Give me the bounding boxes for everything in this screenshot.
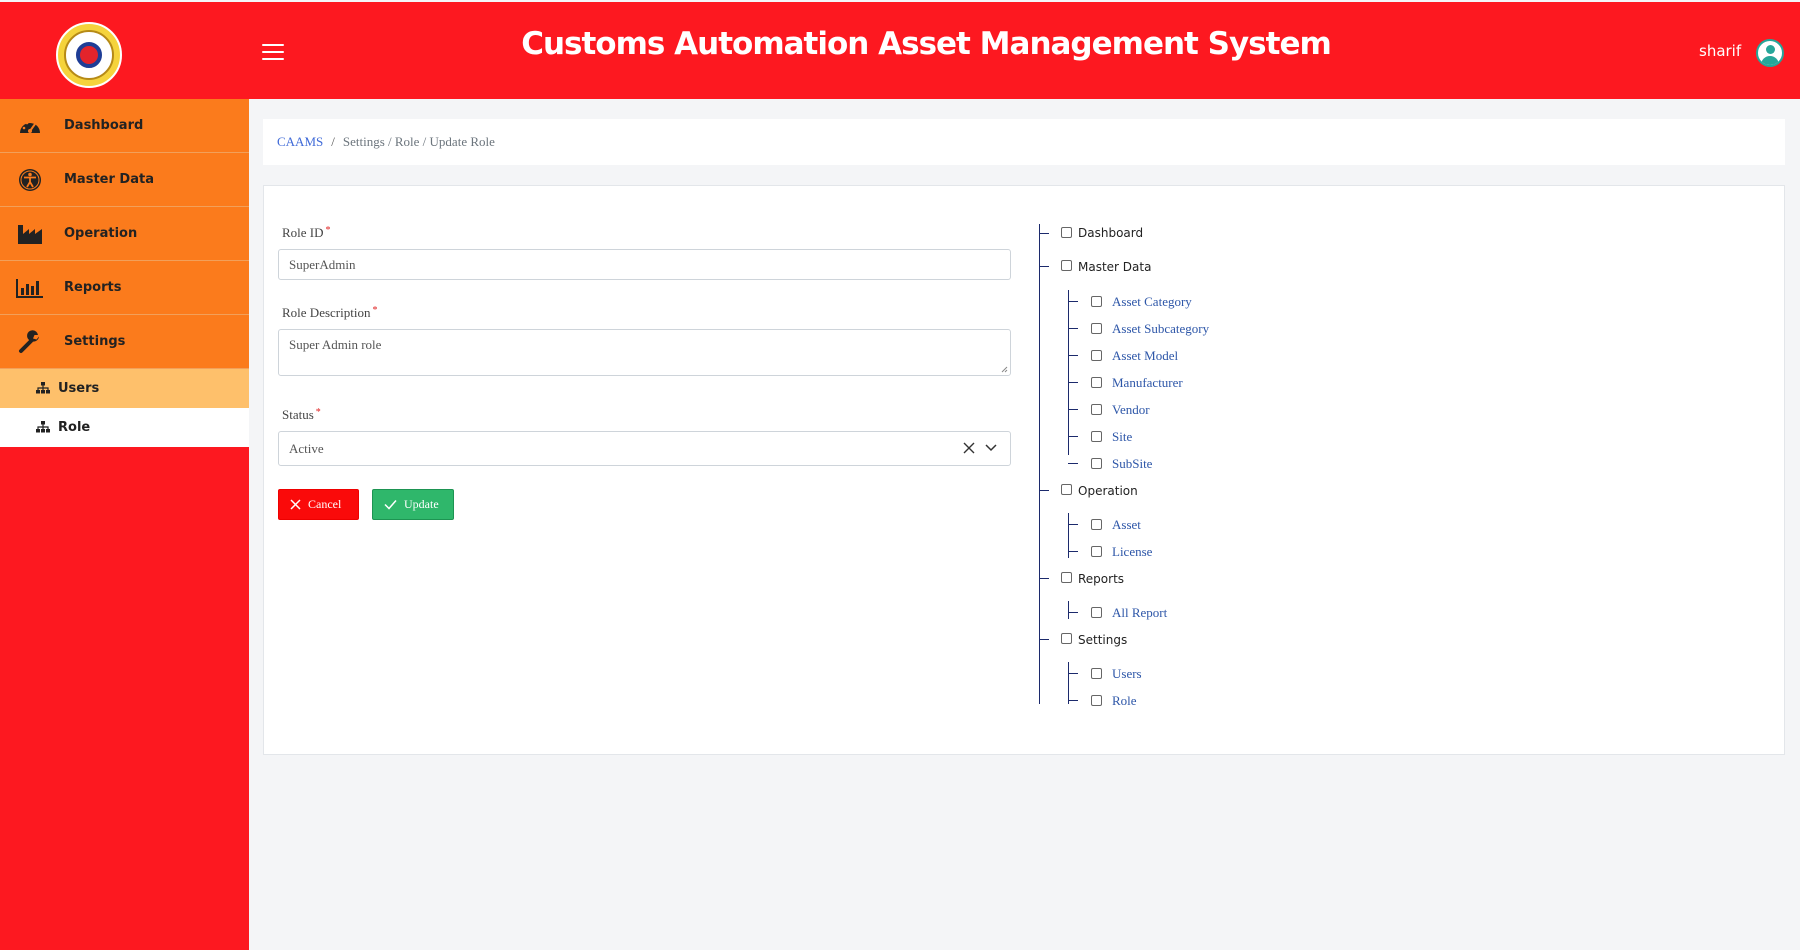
permission-checkbox[interactable] bbox=[1061, 572, 1072, 583]
sidebar-item-label: Dashboard bbox=[64, 118, 144, 133]
top-header: Customs Automation Asset Management Syst… bbox=[0, 2, 1800, 99]
sidebar-item-dashboard[interactable]: Dashboard bbox=[0, 99, 249, 153]
resize-grip-icon[interactable] bbox=[1001, 366, 1008, 373]
clear-icon[interactable] bbox=[963, 442, 975, 454]
permission-checkbox[interactable] bbox=[1061, 633, 1072, 644]
permission-item-asset-category[interactable]: Asset Category bbox=[1112, 294, 1192, 310]
permission-checkbox[interactable] bbox=[1091, 296, 1102, 307]
sidebar-item-label: Operation bbox=[64, 226, 138, 241]
permission-item-asset[interactable]: Asset bbox=[1112, 517, 1141, 533]
permission-checkbox[interactable] bbox=[1091, 519, 1102, 530]
breadcrumb: CAAMS / Settings / Role / Update Role bbox=[263, 119, 1785, 165]
permission-checkbox[interactable] bbox=[1061, 260, 1072, 271]
permission-checkbox[interactable] bbox=[1091, 695, 1102, 706]
sidebar-subitem-users[interactable]: Users bbox=[0, 369, 249, 408]
permission-checkbox[interactable] bbox=[1091, 546, 1102, 557]
role-id-input[interactable]: SuperAdmin bbox=[278, 249, 1011, 280]
permission-group-dashboard[interactable]: Dashboard bbox=[1078, 226, 1143, 240]
user-avatar-icon[interactable] bbox=[1756, 39, 1784, 67]
permission-item-vendor[interactable]: Vendor bbox=[1112, 402, 1150, 418]
role-description-textarea[interactable]: Super Admin role bbox=[278, 329, 1011, 376]
sidebar-item-reports[interactable]: Reports bbox=[0, 261, 249, 315]
permission-item-subsite[interactable]: SubSite bbox=[1112, 456, 1152, 472]
accessibility-icon bbox=[16, 166, 44, 194]
user-name[interactable]: sharif bbox=[1699, 42, 1741, 60]
permission-item-license[interactable]: License bbox=[1112, 544, 1152, 560]
permission-item-manufacturer[interactable]: Manufacturer bbox=[1112, 375, 1183, 391]
permission-item-all-report[interactable]: All Report bbox=[1112, 605, 1167, 621]
update-button[interactable]: Update bbox=[372, 489, 454, 520]
breadcrumb-path: Settings / Role / Update Role bbox=[342, 134, 495, 149]
role-description-label: Role Description * bbox=[282, 305, 378, 320]
permission-item-role[interactable]: Role bbox=[1112, 693, 1137, 709]
permission-checkbox[interactable] bbox=[1091, 404, 1102, 415]
sidebar: Dashboard Master Data Operation Reports … bbox=[0, 99, 249, 950]
cancel-button[interactable]: Cancel bbox=[278, 489, 359, 520]
sidebar-item-label: Master Data bbox=[64, 172, 154, 187]
speedometer-icon bbox=[16, 112, 44, 140]
permission-checkbox[interactable] bbox=[1061, 227, 1072, 238]
chevron-down-icon[interactable] bbox=[985, 443, 997, 453]
permission-checkbox[interactable] bbox=[1091, 431, 1102, 442]
permission-checkbox[interactable] bbox=[1091, 607, 1102, 618]
sitemap-icon bbox=[36, 381, 50, 396]
breadcrumb-home-link[interactable]: CAAMS bbox=[277, 134, 323, 150]
permission-checkbox[interactable] bbox=[1091, 323, 1102, 334]
permission-group-reports[interactable]: Reports bbox=[1078, 572, 1124, 586]
sidebar-item-operation[interactable]: Operation bbox=[0, 207, 249, 261]
permission-checkbox[interactable] bbox=[1091, 377, 1102, 388]
permission-checkbox[interactable] bbox=[1061, 484, 1072, 495]
permission-checkbox[interactable] bbox=[1091, 350, 1102, 361]
permission-item-site[interactable]: Site bbox=[1112, 429, 1132, 445]
status-select[interactable]: Active bbox=[278, 431, 1011, 466]
status-label: Status * bbox=[282, 407, 321, 422]
sitemap-icon bbox=[36, 420, 50, 435]
wrench-icon bbox=[16, 328, 44, 356]
app-title: Customs Automation Asset Management Syst… bbox=[521, 26, 1332, 62]
permission-group-settings[interactable]: Settings bbox=[1078, 633, 1127, 647]
permission-group-operation[interactable]: Operation bbox=[1078, 484, 1138, 498]
sidebar-item-label: Settings bbox=[64, 334, 126, 349]
breadcrumb-separator: / bbox=[331, 134, 335, 149]
permission-checkbox[interactable] bbox=[1091, 668, 1102, 679]
permission-group-master-data[interactable]: Master Data bbox=[1078, 260, 1151, 274]
sidebar-subitem-label: Role bbox=[58, 420, 91, 435]
close-icon bbox=[290, 499, 301, 510]
permission-checkbox[interactable] bbox=[1091, 458, 1102, 469]
permission-item-asset-subcategory[interactable]: Asset Subcategory bbox=[1112, 321, 1209, 337]
sidebar-item-master-data[interactable]: Master Data bbox=[0, 153, 249, 207]
factory-icon bbox=[16, 220, 44, 248]
permission-item-asset-model[interactable]: Asset Model bbox=[1112, 348, 1178, 364]
role-form-card: Role ID * SuperAdmin Role Description * Su… bbox=[263, 185, 1785, 755]
check-icon bbox=[384, 500, 397, 510]
bar-chart-icon bbox=[16, 274, 44, 302]
permission-item-users[interactable]: Users bbox=[1112, 666, 1142, 682]
role-id-label: Role ID * bbox=[282, 225, 331, 240]
sidebar-item-label: Reports bbox=[64, 280, 122, 295]
sidebar-subitem-label: Users bbox=[58, 381, 100, 396]
sidebar-subitem-role[interactable]: Role bbox=[0, 408, 249, 447]
sidebar-item-settings[interactable]: Settings bbox=[0, 315, 249, 369]
